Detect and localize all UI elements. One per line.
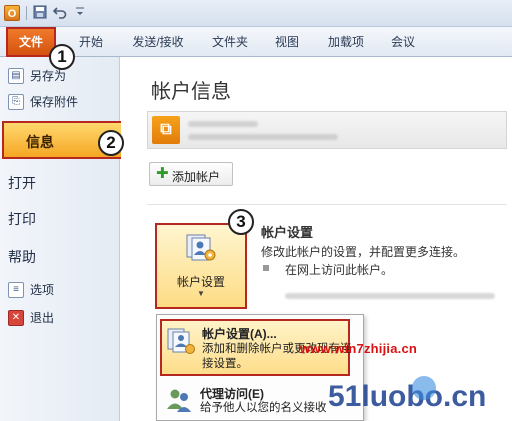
options-icon: ≡ bbox=[8, 282, 24, 298]
tab-view[interactable]: 视图 bbox=[270, 27, 304, 57]
save-attachments-icon: ⎘ bbox=[8, 94, 24, 110]
exchange-icon: ⧉ bbox=[152, 116, 180, 144]
redacted-account-name bbox=[188, 121, 258, 127]
section-divider bbox=[147, 204, 507, 205]
save-as-icon: ▤ bbox=[8, 68, 24, 84]
ribbon-tab-bar: 文件 开始 发送/接收 文件夹 视图 加载项 会议 bbox=[0, 27, 512, 57]
menu-item-delegate-access[interactable]: 代理访问(E) 给予他人以您的名义接收 bbox=[160, 381, 350, 421]
title-bar: O bbox=[0, 0, 512, 27]
tab-folder[interactable]: 文件夹 bbox=[206, 27, 254, 57]
redacted-web-link bbox=[285, 293, 495, 299]
chevron-down-icon: ▼ bbox=[197, 289, 205, 298]
section-heading: 帐户设置 bbox=[261, 225, 314, 240]
page-title: 帐户信息 bbox=[151, 81, 231, 103]
left-item-open[interactable]: 打开 bbox=[8, 173, 36, 193]
account-selector[interactable]: ⧉ bbox=[147, 111, 507, 149]
delegate-access-icon bbox=[167, 389, 191, 412]
plus-icon: ✚ bbox=[156, 165, 169, 182]
left-item-help[interactable]: 帮助 bbox=[8, 247, 36, 267]
left-item-label: 信息 bbox=[26, 134, 54, 150]
account-settings-icon bbox=[186, 234, 216, 261]
svg-text:51luobo.cn: 51luobo.cn bbox=[328, 380, 486, 413]
save-icon[interactable] bbox=[32, 5, 48, 21]
backstage-left-pane: ▤ 另存为 ⎘ 保存附件 信息 打开 打印 帮助 ≡ 选项 ✕ 退出 bbox=[0, 57, 128, 421]
step-marker-2: 2 bbox=[98, 130, 124, 156]
menu-item-title: 帐户设置(A)... bbox=[202, 327, 277, 341]
left-item-save-attachments[interactable]: ⎘ 保存附件 bbox=[8, 91, 114, 113]
section-description: 修改此帐户的设置，并配置更多连接。 bbox=[261, 245, 466, 259]
left-item-exit[interactable]: ✕ 退出 bbox=[8, 307, 114, 329]
watermark-logo: 51luobo.cn bbox=[328, 376, 486, 413]
tab-addins[interactable]: 加载项 bbox=[322, 27, 370, 57]
left-item-label: 退出 bbox=[30, 311, 55, 325]
account-settings-button[interactable]: 帐户设置 ▼ bbox=[155, 223, 247, 309]
quick-access-separator bbox=[26, 6, 27, 20]
account-settings-icon bbox=[167, 328, 195, 354]
add-account-label: 添加帐户 bbox=[172, 170, 221, 184]
watermark-url: www.win7zhijia.cn bbox=[300, 341, 418, 356]
tab-send-receive[interactable]: 发送/接收 bbox=[126, 27, 190, 57]
redacted-account-address bbox=[188, 134, 338, 140]
exit-icon: ✕ bbox=[8, 310, 24, 326]
left-item-print[interactable]: 打印 bbox=[8, 209, 36, 229]
undo-icon[interactable] bbox=[52, 5, 68, 21]
bullet-icon bbox=[263, 265, 269, 271]
left-item-options[interactable]: ≡ 选项 bbox=[8, 279, 114, 301]
step-marker-3: 3 bbox=[228, 209, 254, 235]
outlook-app-icon[interactable]: O bbox=[4, 5, 20, 21]
menu-item-title: 代理访问(E) bbox=[200, 387, 264, 401]
step-marker-1: 1 bbox=[49, 44, 75, 70]
left-item-label: 保存附件 bbox=[30, 95, 79, 109]
tab-meeting[interactable]: 会议 bbox=[386, 27, 420, 57]
tab-home[interactable]: 开始 bbox=[74, 27, 108, 57]
left-item-label: 选项 bbox=[30, 283, 55, 297]
web-access-text: 在网上访问此帐户。 bbox=[285, 263, 394, 277]
customize-quick-access-icon[interactable] bbox=[72, 5, 88, 21]
add-account-button[interactable]: ✚ 添加帐户 bbox=[149, 162, 233, 186]
account-settings-button-label: 帐户设置 bbox=[176, 275, 225, 289]
